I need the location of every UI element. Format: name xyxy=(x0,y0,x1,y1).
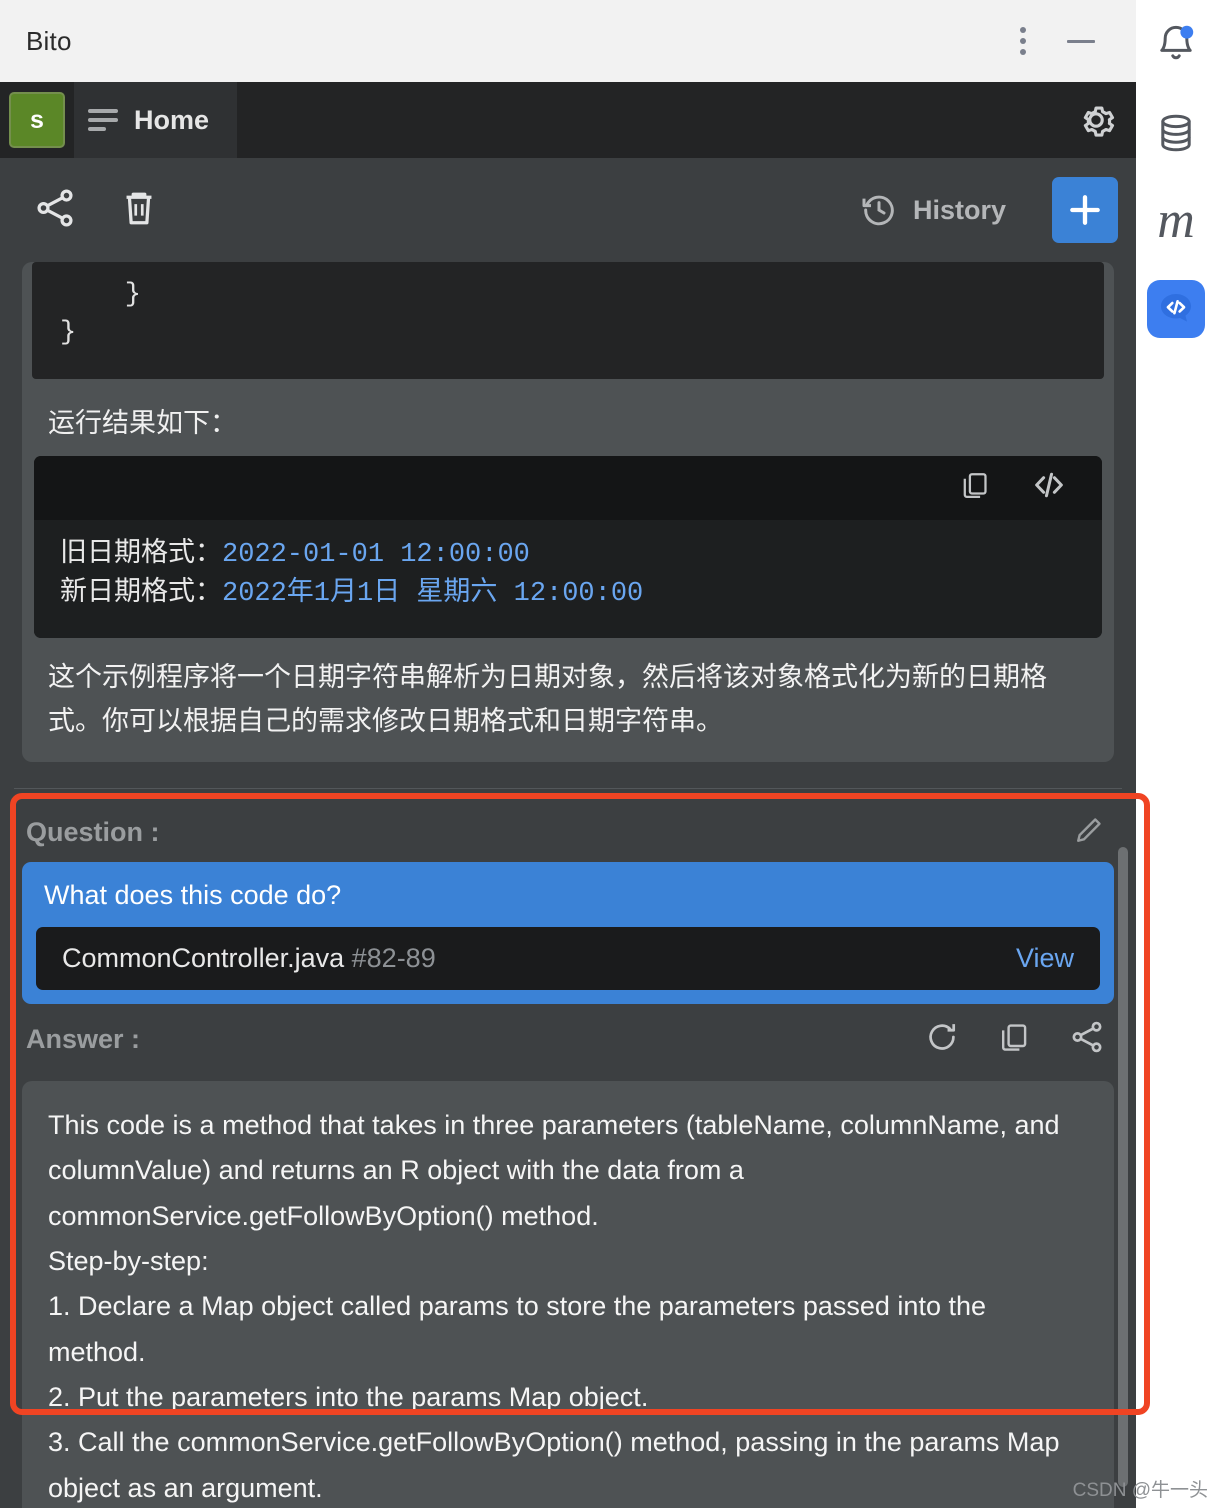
file-lines-text: #82-89 xyxy=(351,942,436,973)
file-name-text: CommonController.java xyxy=(62,942,345,973)
view-file-link[interactable]: View xyxy=(1016,943,1074,974)
pencil-edit-icon xyxy=(1077,818,1101,842)
question-file-name: CommonController.java #82-89 xyxy=(62,943,436,974)
insert-code-button[interactable] xyxy=(1030,466,1068,509)
delete-chat-button[interactable] xyxy=(116,185,162,236)
copy-answer-button[interactable] xyxy=(996,1019,1032,1060)
regenerate-answer-button[interactable] xyxy=(924,1019,960,1060)
question-header-icons xyxy=(1072,813,1106,852)
settings-button[interactable] xyxy=(1056,82,1136,158)
history-clock-icon xyxy=(862,195,894,226)
output-row-key: 旧日期格式： xyxy=(60,539,222,570)
kebab-menu-button[interactable] xyxy=(994,12,1052,70)
window-titlebar: Bito xyxy=(0,0,1136,82)
output-row: 旧日期格式：2022-01-01 12:00:00 xyxy=(60,536,1076,575)
minimize-button[interactable] xyxy=(1052,12,1110,70)
copy-icon xyxy=(1002,1024,1027,1051)
answer-header: Answer : xyxy=(22,1004,1114,1071)
output-block-toolbar xyxy=(34,455,1102,520)
maven-icon: m xyxy=(1157,192,1195,249)
csdn-watermark: CSDN @牛一头 xyxy=(1072,1480,1208,1501)
answer-card: This code is a method that takes in thre… xyxy=(22,1080,1114,1508)
hamburger-icon[interactable] xyxy=(88,109,118,131)
kebab-menu-icon xyxy=(1020,27,1026,55)
app-window: Bito s Home History}} 运行结果如下： 旧日期格式：20… xyxy=(0,0,1216,1508)
answer-paragraph: 1. Declare a Map object called params to… xyxy=(48,1291,986,1367)
bito-chat-icon xyxy=(1147,280,1205,338)
chat-action-toolbar: History xyxy=(0,158,1136,262)
output-code-block: 旧日期格式：2022-01-01 12:00:00 新日期格式：2022年1月1… xyxy=(34,455,1102,639)
notifications-icon xyxy=(1160,25,1194,60)
tab-strip: s Home xyxy=(0,82,1136,158)
output-block-body: 旧日期格式：2022-01-01 12:00:00 新日期格式：2022年1月1… xyxy=(34,519,1102,639)
qa-section: Question : What does this code do? Commo… xyxy=(0,789,1136,1508)
trash-icon xyxy=(126,192,152,224)
assistant-explanation: 这个示例程序将一个日期字符串解析为日期对象，然后将该对象格式化为新的日期格式。你… xyxy=(48,662,1047,737)
right-tool-rail: m xyxy=(1136,0,1216,1508)
chat-scroll-area[interactable]: } } 运行结果如下： 旧日期格式：2022-01-01 12:00:00 新日… xyxy=(0,262,1136,1508)
window-title: Bito xyxy=(26,25,72,56)
bito-panel-button[interactable] xyxy=(1145,278,1207,340)
maven-button[interactable]: m xyxy=(1145,190,1207,252)
new-chat-button[interactable] xyxy=(1052,177,1118,243)
result-intro-text: 运行结果如下： xyxy=(48,407,237,438)
database-button[interactable] xyxy=(1145,102,1207,164)
answer-header-icons xyxy=(924,1018,1106,1061)
history-label: History xyxy=(912,194,1006,225)
code-snippet-tail: } } xyxy=(32,262,1104,379)
output-row: 新日期格式：2022年1月1日 星期六 12:00:00 xyxy=(60,575,1076,614)
bito-tool-window: Bito s Home History}} 运行结果如下： 旧日期格式：20… xyxy=(0,0,1136,1508)
output-row-key: 新日期格式： xyxy=(60,579,222,610)
output-row-value: 2022-01-01 12:00:00 xyxy=(222,539,530,570)
share-answer-button[interactable] xyxy=(1068,1018,1106,1061)
vertical-scrollbar[interactable] xyxy=(1118,262,1128,1508)
tab-home-label: Home xyxy=(134,104,210,135)
share-chat-button[interactable] xyxy=(32,185,78,236)
answer-paragraph: This code is a method that takes in thre… xyxy=(48,1109,1060,1231)
copy-output-button[interactable] xyxy=(958,468,992,507)
notification-badge-dot xyxy=(1180,25,1194,39)
share-icon xyxy=(1072,1021,1102,1053)
minimize-icon xyxy=(1067,39,1095,43)
history-button[interactable]: History xyxy=(859,190,1006,230)
plus-icon xyxy=(1070,195,1100,225)
tabstrip-spacer xyxy=(237,82,1056,158)
question-text: What does this code do? xyxy=(44,879,342,910)
avatar: s xyxy=(9,92,65,148)
avatar-cell[interactable]: s xyxy=(0,82,74,158)
question-card: What does this code do? CommonController… xyxy=(22,861,1114,1004)
refresh-icon xyxy=(929,1024,956,1050)
assistant-message: } } 运行结果如下： 旧日期格式：2022-01-01 12:00:00 新日… xyxy=(22,262,1114,762)
share-icon xyxy=(37,189,73,226)
copy-icon xyxy=(963,473,987,499)
edit-question-button[interactable] xyxy=(1072,813,1106,852)
answer-label: Answer : xyxy=(26,1023,141,1054)
question-label: Question : xyxy=(26,816,160,847)
tab-home[interactable]: Home xyxy=(74,82,238,158)
answer-paragraph: 2. Put the parameters into the params Ma… xyxy=(48,1382,649,1413)
question-header: Question : xyxy=(22,799,1114,862)
code-brackets-icon xyxy=(1035,472,1063,498)
question-file-reference[interactable]: CommonController.java #82-89 View xyxy=(36,926,1100,990)
gear-icon xyxy=(1083,106,1115,137)
output-row-value: 2022年1月1日 星期六 12:00:00 xyxy=(222,579,644,610)
notifications-button[interactable] xyxy=(1145,14,1207,76)
database-icon xyxy=(1161,114,1191,152)
scrollbar-thumb[interactable] xyxy=(1118,847,1128,1487)
answer-paragraph: 3. Call the commonService.getFollowByOpt… xyxy=(48,1427,1060,1503)
answer-paragraph: Step-by-step: xyxy=(48,1246,209,1277)
